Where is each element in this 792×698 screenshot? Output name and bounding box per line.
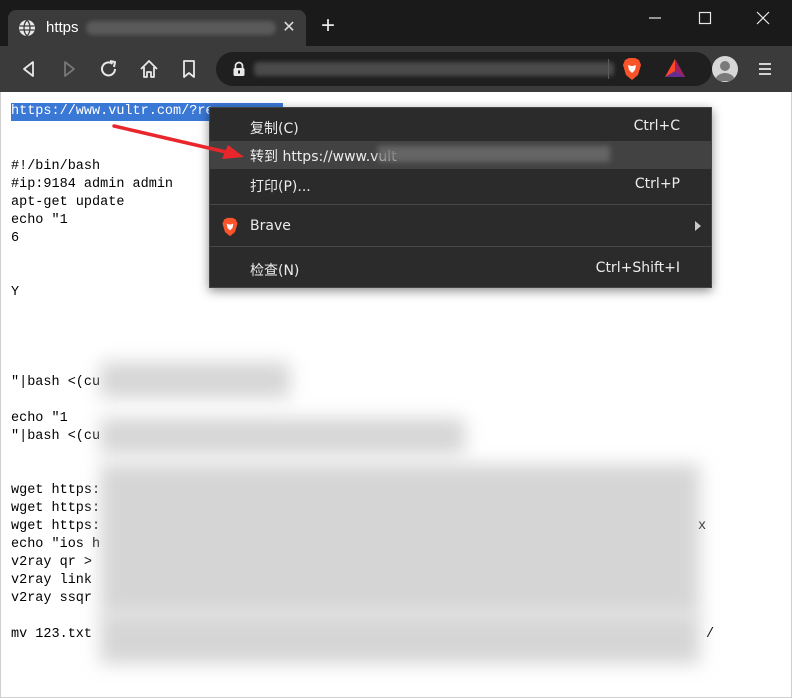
minimize-icon	[649, 17, 661, 19]
menu-item-goto[interactable]: 转到 https://www.vult	[210, 141, 711, 169]
menu-item-inspect[interactable]: 检查(N) Ctrl+Shift+I	[210, 255, 711, 283]
redacted-region	[100, 614, 700, 664]
code-line: echo "1	[11, 411, 68, 426]
redacted-region	[100, 464, 700, 614]
close-tab-icon[interactable]: ✕	[278, 17, 300, 39]
code-line: wget https:	[11, 501, 101, 516]
browser-tab[interactable]: https ✕	[8, 10, 306, 46]
reload-icon[interactable]	[96, 57, 122, 81]
code-line: v2ray ssqr	[11, 591, 93, 606]
menu-item-shortcut: Ctrl+Shift+I	[595, 260, 680, 276]
minimize-button[interactable]	[632, 0, 678, 36]
close-icon	[756, 11, 770, 25]
code-line: wget https:	[11, 519, 101, 534]
menu-divider	[210, 246, 711, 247]
tab-strip: https ✕ +	[0, 0, 792, 46]
menu-item-label: 复制(C)	[250, 121, 299, 137]
url-redacted	[254, 62, 614, 76]
close-window-button[interactable]	[740, 0, 786, 36]
forward-icon[interactable]	[56, 57, 82, 81]
menu-icon[interactable]	[754, 58, 776, 80]
menu-divider	[210, 204, 711, 205]
menu-item-brave[interactable]: Brave	[210, 213, 711, 241]
code-line: mv 123.txt	[11, 627, 93, 642]
brave-rewards-icon[interactable]	[664, 58, 686, 78]
person-icon	[715, 61, 735, 81]
redacted-region	[100, 362, 290, 398]
code-line: v2ray link	[11, 573, 93, 588]
bookmark-icon[interactable]	[176, 57, 202, 81]
code-line: 6	[11, 231, 20, 246]
globe-icon	[19, 19, 35, 37]
menu-item-label: Brave	[250, 218, 291, 234]
back-icon[interactable]	[16, 57, 42, 81]
code-line: #ip:9184 admin admin	[11, 177, 174, 192]
code-line: "|bash <(cu	[11, 429, 101, 444]
tab-title: https	[46, 19, 79, 36]
menu-item-shortcut: Ctrl+C	[633, 118, 680, 134]
menu-item-label: 检查(N)	[250, 263, 300, 279]
code-line: echo "1	[11, 213, 68, 228]
code-line: Y	[11, 285, 20, 300]
profile-avatar-icon[interactable]	[712, 56, 738, 82]
toolbar	[0, 46, 792, 92]
address-bar-divider	[608, 59, 609, 79]
menu-item-label: 打印(P)...	[250, 179, 311, 195]
home-icon[interactable]	[136, 57, 162, 81]
menu-item-redacted	[378, 146, 610, 162]
new-tab-button[interactable]: +	[316, 14, 340, 39]
code-line: v2ray qr >	[11, 555, 93, 570]
redacted-region	[100, 418, 465, 454]
submenu-arrow-icon	[695, 221, 701, 231]
address-bar[interactable]	[216, 52, 712, 86]
code-line: #!/bin/bash	[11, 159, 101, 174]
code-line: echo "ios h	[11, 537, 101, 552]
brave-shields-icon[interactable]	[622, 57, 642, 81]
maximize-icon	[698, 11, 712, 25]
tab-title-redacted	[86, 21, 276, 35]
menu-item-print[interactable]: 打印(P)... Ctrl+P	[210, 171, 711, 199]
context-menu: 复制(C) Ctrl+C 转到 https://www.vult 打印(P)..…	[209, 107, 712, 288]
menu-item-shortcut: Ctrl+P	[634, 176, 680, 192]
code-line: "|bash <(cu	[11, 375, 101, 390]
maximize-button[interactable]	[682, 0, 728, 36]
code-line: wget https:	[11, 483, 101, 498]
code-line: apt-get update	[11, 195, 125, 210]
lock-icon[interactable]	[232, 61, 246, 77]
code-line-end: /	[706, 627, 715, 642]
brave-lion-icon	[222, 217, 238, 237]
menu-item-label: 转到 https://www.vult	[250, 149, 397, 165]
menu-item-copy[interactable]: 复制(C) Ctrl+C	[210, 113, 711, 141]
